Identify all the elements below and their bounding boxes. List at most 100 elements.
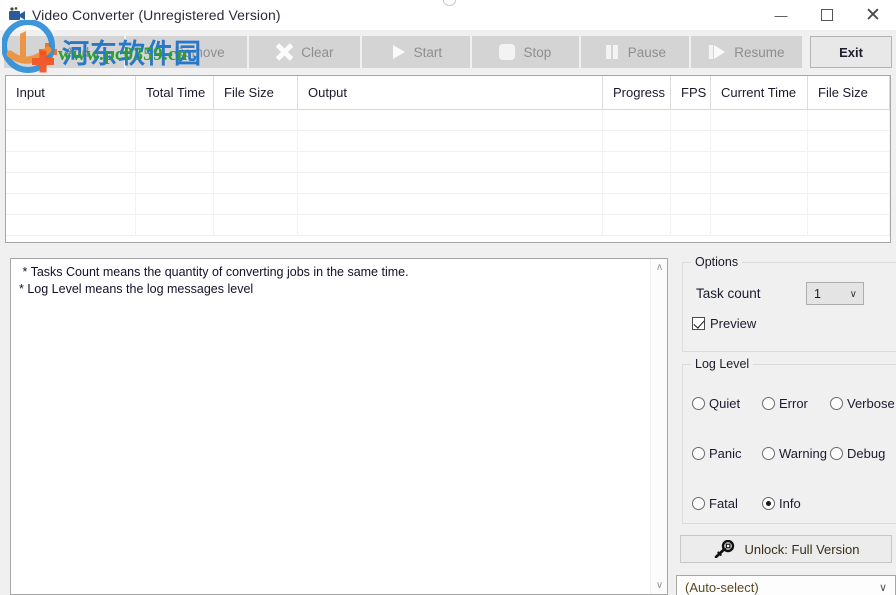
- table-cell: [671, 152, 711, 173]
- table-cell: [298, 110, 603, 131]
- table-cell: [711, 194, 808, 215]
- resume-button-label: Resume: [734, 44, 785, 60]
- radio-label: Info: [779, 496, 801, 511]
- remove-button[interactable]: Remove: [126, 36, 247, 68]
- table-cell: [711, 152, 808, 173]
- table-cell: [298, 215, 603, 236]
- resume-icon: [708, 44, 726, 60]
- device-select-dropdown[interactable]: (Auto-select) ∨: [676, 575, 896, 595]
- table-cell: [214, 215, 298, 236]
- device-select-value: (Auto-select): [685, 579, 759, 595]
- start-button-label: Start: [413, 44, 443, 60]
- pause-icon: [604, 44, 620, 60]
- table-cell: [711, 110, 808, 131]
- radio-label: Quiet: [709, 396, 741, 411]
- jobs-table[interactable]: Input Total Time File Size Output Progress FP…: [5, 75, 891, 243]
- radio-icon: [692, 397, 705, 410]
- plus-icon: [39, 43, 58, 61]
- scroll-up-icon[interactable]: ∧: [651, 259, 667, 276]
- table-cell: [603, 194, 671, 215]
- table-cell: [214, 152, 298, 173]
- radio-icon: [830, 447, 843, 460]
- table-cell: [808, 152, 890, 173]
- table-row[interactable]: [6, 152, 890, 173]
- close-button[interactable]: ✕: [850, 0, 896, 30]
- table-cell: [603, 152, 671, 173]
- table-cell: [808, 173, 890, 194]
- table-header-cell[interactable]: File Size: [214, 76, 298, 110]
- radio-error[interactable]: Error: [762, 396, 808, 411]
- table-row[interactable]: [6, 194, 890, 215]
- table-header-cell[interactable]: Input: [6, 76, 136, 110]
- window-title: Video Converter (Unregistered Version): [32, 7, 281, 23]
- exit-button[interactable]: Exit: [810, 36, 892, 68]
- task-count-value: 1: [814, 286, 821, 301]
- task-count-dropdown[interactable]: 1 ∨: [806, 282, 864, 305]
- table-cell: [136, 131, 214, 152]
- stop-button-label: Stop: [523, 44, 552, 60]
- start-button[interactable]: Start: [362, 36, 470, 68]
- maximize-icon: [821, 9, 833, 21]
- table-cell: [214, 194, 298, 215]
- add-button-label: Add: [65, 44, 90, 60]
- radio-warning[interactable]: Warning: [762, 446, 827, 461]
- radio-icon: [692, 447, 705, 460]
- table-header-cell[interactable]: Current Time: [711, 76, 808, 110]
- table-cell: [298, 131, 603, 152]
- pause-button-label: Pause: [627, 44, 667, 60]
- add-button[interactable]: Add: [4, 36, 125, 68]
- table-cell: [6, 194, 136, 215]
- log-scrollbar[interactable]: ∧ ∨: [650, 259, 667, 594]
- table-row[interactable]: [6, 110, 890, 131]
- stop-button[interactable]: Stop: [471, 36, 580, 68]
- radio-verbose[interactable]: Verbose: [830, 396, 895, 411]
- table-header-cell[interactable]: FPS: [671, 76, 711, 110]
- table-header-cell[interactable]: Output: [298, 76, 603, 110]
- radio-icon: [692, 497, 705, 510]
- radio-info[interactable]: Info: [762, 496, 801, 511]
- task-count-label: Task count: [696, 286, 761, 301]
- preview-checkbox[interactable]: Preview: [692, 316, 756, 331]
- radio-panic[interactable]: Panic: [692, 446, 742, 461]
- clear-button[interactable]: Clear: [248, 36, 361, 68]
- resume-button[interactable]: Resume: [690, 36, 803, 68]
- minimize-icon: —: [774, 7, 788, 23]
- radio-label: Verbose: [847, 396, 895, 411]
- table-row[interactable]: [6, 173, 890, 194]
- stop-icon: [499, 44, 516, 60]
- radio-selected-icon: [762, 497, 775, 510]
- radio-fatal[interactable]: Fatal: [692, 496, 738, 511]
- table-header-cell[interactable]: Progress: [603, 76, 671, 110]
- table-cell: [603, 110, 671, 131]
- table-cell: [214, 110, 298, 131]
- table-cell: [298, 173, 603, 194]
- video-converter-window: Video Converter (Unregistered Version) —…: [0, 0, 896, 595]
- table-cell: [136, 173, 214, 194]
- maximize-button[interactable]: [804, 0, 850, 30]
- cross-icon: [275, 43, 293, 61]
- table-cell: [214, 173, 298, 194]
- table-cell: [6, 131, 136, 152]
- table-cell: [136, 194, 214, 215]
- table-cell: [671, 194, 711, 215]
- play-icon: [390, 44, 406, 60]
- minimize-button[interactable]: —: [758, 0, 804, 30]
- table-cell: [603, 173, 671, 194]
- radio-quiet[interactable]: Quiet: [692, 396, 740, 411]
- window-controls: — ✕: [758, 0, 896, 30]
- table-cell: [711, 173, 808, 194]
- log-panel[interactable]: * Tasks Count means the quantity of conv…: [10, 258, 668, 595]
- scroll-down-icon[interactable]: ∨: [651, 577, 667, 594]
- unlock-full-version-button[interactable]: Unlock: Full Version: [680, 535, 892, 563]
- table-cell: [136, 215, 214, 236]
- exit-button-label: Exit: [839, 44, 863, 60]
- radio-debug[interactable]: Debug: [830, 446, 885, 461]
- table-header-cell[interactable]: Total Time: [136, 76, 214, 110]
- table-header-cell[interactable]: File Size: [808, 76, 890, 110]
- table-row[interactable]: [6, 215, 890, 236]
- table-body[interactable]: [6, 110, 890, 242]
- pause-button[interactable]: Pause: [581, 36, 689, 68]
- table-cell: [711, 131, 808, 152]
- table-row[interactable]: [6, 131, 890, 152]
- log-level-group-title: Log Level: [691, 357, 754, 371]
